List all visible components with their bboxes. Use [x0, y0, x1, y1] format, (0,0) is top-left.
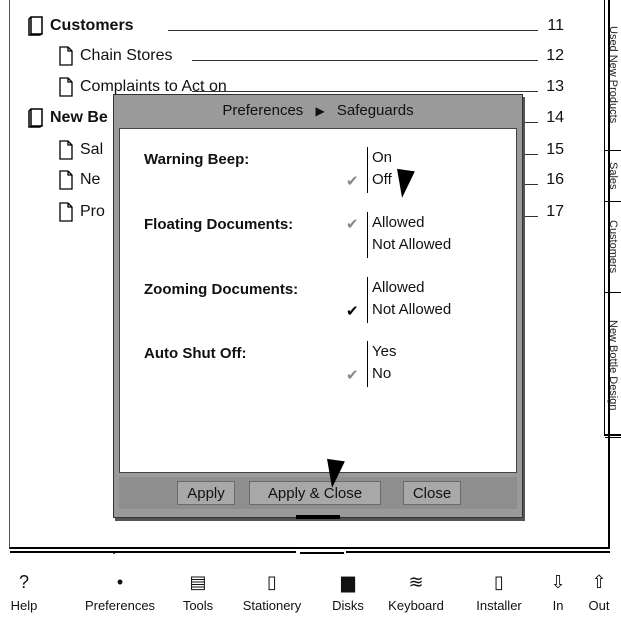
toolbar-disks-button[interactable]: ▆ Disks — [322, 568, 374, 613]
installer-icon: ▯ — [494, 572, 504, 592]
document-icon — [58, 77, 74, 102]
toc-page-number: 11 — [547, 17, 564, 34]
toolbar-label: Help — [10, 598, 38, 613]
option-divider — [367, 212, 368, 258]
toolbar-label: Keyboard — [388, 598, 444, 613]
toc-entry-label: Chain Stores — [80, 47, 173, 64]
toc-page-number: 17 — [546, 203, 564, 220]
option-label: Auto Shut Off: — [144, 345, 247, 362]
option-choice[interactable]: Allowed — [372, 214, 425, 231]
option-divider — [367, 277, 368, 323]
toc-leader-line — [192, 60, 538, 61]
toc-entry-label: New Be — [50, 109, 108, 126]
toc-leader-line — [192, 91, 538, 92]
tab-label: New Bottle Design — [607, 319, 619, 411]
out-arrow-icon: ⇧ — [591, 572, 607, 592]
toc-page-number: 15 — [546, 141, 564, 158]
dialog-button-bar: Apply Apply & Close Close — [119, 477, 517, 509]
breadcrumb-parent[interactable]: Preferences — [222, 102, 303, 119]
checkmark-icon: ✔ — [346, 216, 359, 233]
option-label: Zooming Documents: — [144, 281, 299, 298]
option-divider — [367, 147, 368, 193]
toolbar-installer-button[interactable]: ▯ Installer — [468, 568, 530, 613]
stationery-icon: ▯ — [267, 572, 277, 592]
option-label: Warning Beep: — [144, 151, 250, 168]
toolbar-help-button[interactable]: ? Help — [2, 568, 46, 613]
tab-customers[interactable]: Customers — [605, 202, 621, 293]
checkmark-icon: ✔ — [346, 303, 359, 320]
option-choice[interactable]: On — [372, 149, 392, 166]
keyboard-icon: ≋ — [408, 572, 424, 592]
toolbar-keyboard-button[interactable]: ≋ Keyboard — [374, 568, 458, 613]
bottom-toolbar: ? Help • Preferences ▤ Tools ▯ Stationery ▆ Disks… — [0, 554, 621, 618]
tab-label: Sales — [607, 162, 619, 190]
pen-cursor-icon — [393, 168, 415, 200]
toolbar-label: In — [552, 598, 564, 613]
toolbar-label: Stationery — [242, 598, 302, 613]
preferences-icon: • — [116, 572, 124, 592]
checkmark-icon: ✔ — [346, 367, 359, 384]
option-choice[interactable]: Not Allowed — [372, 236, 451, 253]
tab-new-bottle-design[interactable]: New Bottle Design — [605, 293, 621, 438]
document-icon — [58, 202, 74, 227]
toolbar-out-button[interactable]: ⇧ Out — [580, 568, 618, 613]
dialog-breadcrumb: Preferences ▶ Safeguards — [114, 95, 522, 127]
tab-used-new-products[interactable]: Used New Products — [605, 0, 621, 151]
document-icon — [58, 170, 74, 195]
document-icon — [58, 46, 74, 71]
toc-page-number: 16 — [546, 171, 564, 188]
tab-label: Customers — [607, 220, 619, 274]
disk-icon: ▆ — [341, 572, 355, 592]
toolbar-label: Installer — [476, 598, 522, 613]
option-choice[interactable]: Allowed — [372, 279, 425, 296]
document-icon — [58, 140, 74, 165]
toc-entry-label: Pro — [80, 203, 105, 220]
toolbar-label: Out — [588, 598, 610, 613]
page-edge — [346, 551, 610, 553]
notebook-icon — [28, 16, 44, 41]
toolbar-stationery-button[interactable]: ▯ Stationery — [230, 568, 314, 613]
toolbar-label: Preferences — [84, 598, 156, 613]
option-choice[interactable]: No — [372, 365, 391, 382]
toc-leader-line — [168, 30, 538, 31]
toolbar-label: Disks — [332, 598, 364, 613]
breadcrumb-arrow-icon: ▶ — [315, 104, 325, 118]
option-choice[interactable]: Off — [372, 171, 392, 188]
help-icon: ? — [18, 572, 29, 592]
in-arrow-icon: ⇩ — [550, 572, 566, 592]
apply-close-button[interactable]: Apply & Close — [249, 481, 381, 505]
page-edge — [10, 551, 296, 553]
close-button[interactable]: Close — [403, 481, 461, 505]
option-divider — [367, 341, 368, 387]
tab-label: Used New Products — [607, 26, 619, 124]
toc-page-number: 14 — [546, 109, 564, 126]
toc-entry-label: Ne — [80, 171, 101, 188]
toc-entry[interactable]: Chain Stores 12 — [10, 46, 611, 68]
notebook-icon — [28, 108, 44, 133]
tab-sales[interactable]: Sales — [605, 151, 621, 202]
preferences-safeguards-dialog: Preferences ▶ Safeguards Warning Beep: On… — [113, 94, 523, 518]
section-tabs: Used New Products Sales Customers New Bo… — [604, 0, 621, 438]
toolbar-label: Tools — [182, 598, 214, 613]
toc-entry-label: Sal — [80, 141, 104, 158]
toc-page-number: 13 — [546, 78, 564, 95]
toolbar-preferences-button[interactable]: • Preferences — [68, 568, 172, 613]
toc-page-number: 12 — [546, 47, 564, 64]
option-choice[interactable]: Not Allowed — [372, 301, 451, 318]
pen-cursor-icon — [323, 458, 345, 490]
safeguard-options: Warning Beep: On Off ✔ Floating Documents: Al… — [119, 128, 517, 473]
breadcrumb-current: Safeguards — [336, 102, 414, 119]
toc-entry[interactable]: Customers 11 — [10, 16, 611, 38]
toc-entry-label: Customers — [50, 17, 134, 34]
toolbar-in-button[interactable]: ⇩ In — [540, 568, 576, 613]
tools-icon: ▤ — [189, 572, 207, 592]
apply-button[interactable]: Apply — [177, 481, 235, 505]
option-choice[interactable]: Yes — [372, 343, 396, 360]
toolbar-tools-button[interactable]: ▤ Tools — [172, 568, 224, 613]
drag-handle[interactable] — [296, 515, 340, 519]
checkmark-icon: ✔ — [346, 173, 359, 190]
option-label: Floating Documents: — [144, 216, 294, 233]
